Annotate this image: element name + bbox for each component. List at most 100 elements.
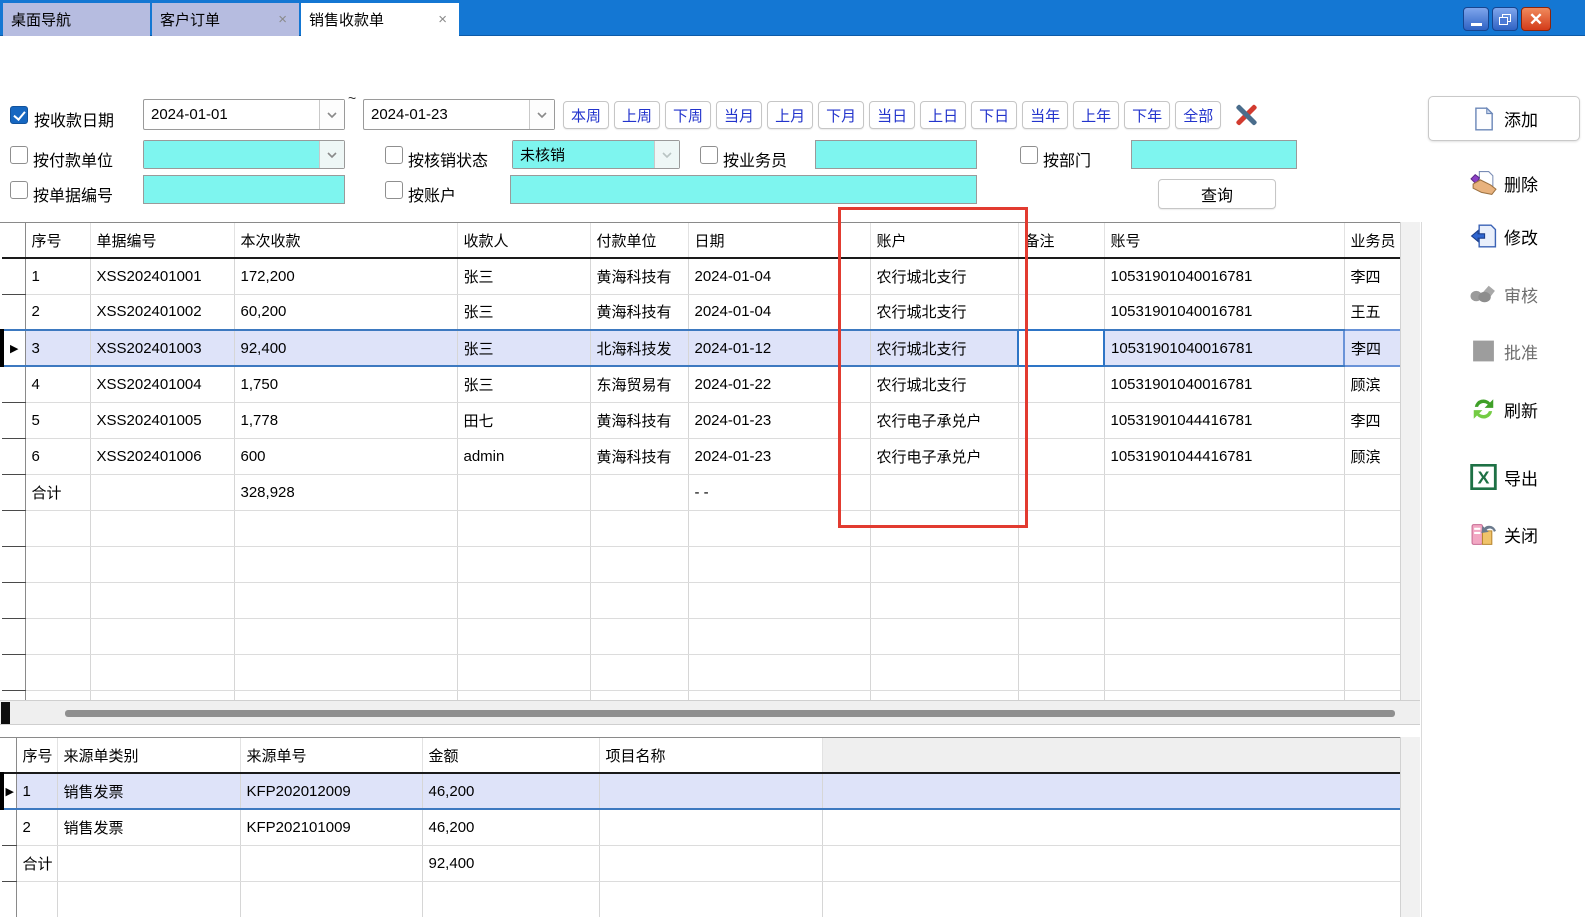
empty-cell[interactable] (688, 546, 870, 582)
cell-account[interactable]: 农行城北支行 (870, 294, 1018, 330)
total-cell-account[interactable] (870, 474, 1018, 510)
row-marker-cell[interactable] (2, 438, 25, 474)
empty-cell[interactable] (90, 690, 234, 700)
detail-total-cell-project-name[interactable] (599, 845, 822, 881)
cell-amount[interactable]: 1,750 (234, 366, 457, 402)
empty-cell[interactable] (822, 881, 1400, 917)
detail-total-cell-amount[interactable]: 92,400 (422, 845, 599, 881)
col-header-account[interactable]: 账户 (870, 223, 1018, 258)
row-marker-cell[interactable] (2, 690, 25, 700)
cell-seq[interactable]: 3 (25, 330, 90, 366)
cell-amount[interactable]: 60,200 (234, 294, 457, 330)
cell-date[interactable]: 2024-01-22 (688, 366, 870, 402)
cell-remark[interactable] (1018, 366, 1104, 402)
department-input[interactable] (1131, 140, 1297, 169)
detail-cell-seq[interactable]: 1 (16, 773, 57, 809)
cell-remark[interactable] (1018, 294, 1104, 330)
empty-cell[interactable] (234, 690, 457, 700)
cell-account[interactable]: 农行电子承兑户 (870, 438, 1018, 474)
cell-payee[interactable]: admin (457, 438, 590, 474)
cell-remark[interactable] (1018, 438, 1104, 474)
period-button-当日[interactable]: 当日 (869, 101, 915, 129)
chevron-down-icon[interactable] (319, 100, 344, 129)
cell-doc-no[interactable]: XSS202401002 (90, 294, 234, 330)
current-row-marker[interactable]: ▶ (2, 773, 16, 809)
detail-cell-filler[interactable] (822, 809, 1400, 845)
row-marker-cell[interactable] (2, 510, 25, 546)
total-cell-seq[interactable]: 合计 (25, 474, 90, 510)
cell-doc-no[interactable]: XSS202401006 (90, 438, 234, 474)
chevron-down-icon[interactable] (529, 100, 554, 129)
period-button-上月[interactable]: 上月 (767, 101, 813, 129)
detail-cell-amount[interactable]: 46,200 (422, 773, 599, 809)
period-button-上年[interactable]: 上年 (1073, 101, 1119, 129)
empty-cell[interactable] (870, 546, 1018, 582)
cell-payer[interactable]: 东海贸易有 (590, 366, 688, 402)
row-marker-cell[interactable] (2, 582, 25, 618)
empty-cell[interactable] (870, 618, 1018, 654)
empty-cell[interactable] (457, 690, 590, 700)
empty-cell[interactable] (1018, 546, 1104, 582)
empty-cell[interactable] (688, 510, 870, 546)
cell-account-no[interactable]: 10531901040016781 (1104, 330, 1344, 366)
cell-salesman[interactable]: 李四 (1344, 402, 1400, 438)
export-button[interactable]: X导出 (1428, 459, 1580, 495)
empty-cell[interactable] (25, 654, 90, 690)
cell-seq[interactable]: 5 (25, 402, 90, 438)
cell-seq[interactable]: 1 (25, 258, 90, 294)
payer-combo[interactable] (143, 140, 345, 169)
empty-cell[interactable] (457, 618, 590, 654)
empty-cell[interactable] (234, 582, 457, 618)
col-header-seq[interactable]: 序号 (25, 223, 90, 258)
empty-cell[interactable] (1344, 510, 1400, 546)
cell-account-no[interactable]: 10531901040016781 (1104, 258, 1344, 294)
restore-button[interactable] (1492, 7, 1518, 31)
empty-cell[interactable] (234, 546, 457, 582)
empty-cell[interactable] (234, 510, 457, 546)
empty-cell[interactable] (870, 690, 1018, 700)
cell-account[interactable]: 农行城北支行 (870, 330, 1018, 366)
cell-salesman[interactable]: 顾滨 (1344, 438, 1400, 474)
cell-account-no[interactable]: 10531901044416781 (1104, 438, 1344, 474)
period-button-本周[interactable]: 本周 (563, 101, 609, 129)
by-account-checkbox[interactable] (385, 181, 403, 199)
total-cell-remark[interactable] (1018, 474, 1104, 510)
total-cell-amount[interactable]: 328,928 (234, 474, 457, 510)
cell-salesman[interactable]: 李四 (1344, 258, 1400, 294)
detail-total-cell-source-type[interactable] (57, 845, 240, 881)
cell-amount[interactable]: 600 (234, 438, 457, 474)
cell-payer[interactable]: 黄海科技有 (590, 294, 688, 330)
col-header-source-no[interactable]: 来源单号 (240, 738, 422, 773)
empty-cell[interactable] (25, 618, 90, 654)
cell-date[interactable]: 2024-01-23 (688, 402, 870, 438)
empty-cell[interactable] (590, 510, 688, 546)
cell-date[interactable]: 2024-01-12 (688, 330, 870, 366)
total-cell-doc-no[interactable] (90, 474, 234, 510)
tab-close-icon[interactable]: × (436, 12, 449, 27)
empty-cell[interactable] (457, 546, 590, 582)
empty-cell[interactable] (25, 510, 90, 546)
cell-seq[interactable]: 4 (25, 366, 90, 402)
by-doc-number-checkbox[interactable] (10, 181, 28, 199)
col-header-source-type[interactable]: 来源单类别 (57, 738, 240, 773)
row-marker-cell[interactable] (2, 654, 25, 690)
refresh-button[interactable]: 刷新 (1428, 391, 1580, 427)
col-header-salesman[interactable]: 业务员 (1344, 223, 1400, 258)
col-header-payer[interactable]: 付款单位 (590, 223, 688, 258)
row-marker-cell[interactable] (2, 546, 25, 582)
empty-cell[interactable] (688, 654, 870, 690)
cell-salesman[interactable]: 顾滨 (1344, 366, 1400, 402)
cell-account-no[interactable]: 10531901040016781 (1104, 366, 1344, 402)
empty-cell[interactable] (1104, 510, 1344, 546)
empty-cell[interactable] (688, 582, 870, 618)
writeoff-status-combo[interactable]: 未核销 (512, 140, 680, 169)
row-marker-cell[interactable] (2, 474, 25, 510)
empty-cell[interactable] (1018, 690, 1104, 700)
cell-salesman[interactable]: 王五 (1344, 294, 1400, 330)
col-header-remark[interactable]: 备注 (1018, 223, 1104, 258)
empty-cell[interactable] (1104, 654, 1344, 690)
cell-account[interactable]: 农行电子承兑户 (870, 402, 1018, 438)
col-header-amount[interactable]: 金额 (422, 738, 599, 773)
close-panel-button[interactable]: 关闭 (1428, 516, 1580, 552)
empty-cell[interactable] (1344, 582, 1400, 618)
